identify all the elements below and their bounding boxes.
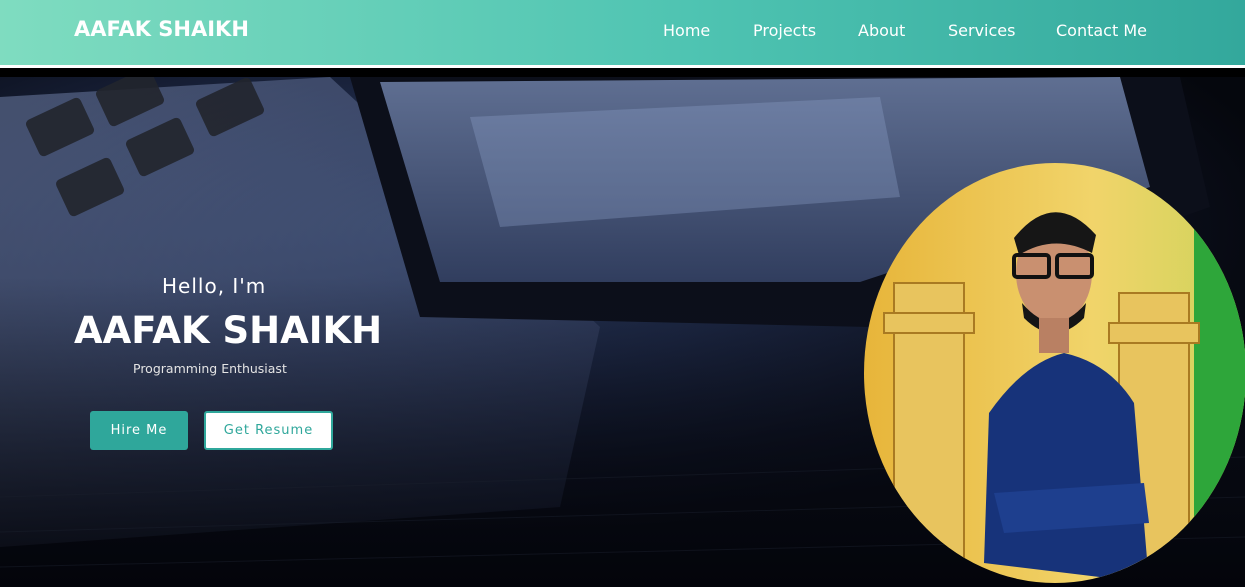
navbar: AAFAK SHAIKH Home Projects About Service… [0,0,1245,68]
hire-me-button[interactable]: Hire Me [90,411,188,450]
get-resume-button[interactable]: Get Resume [204,411,333,450]
nav-link-about[interactable]: About [858,21,905,40]
brand-logo[interactable]: AAFAK SHAIKH [74,17,249,41]
hero-tagline: Programming Enthusiast [133,361,287,376]
profile-photo-art [864,163,1245,583]
nav-link-home[interactable]: Home [663,21,710,40]
profile-photo [864,163,1245,583]
hero-section: Hello, I'm AAFAK SHAIKH Programming Enth… [0,77,1245,587]
nav-link-services[interactable]: Services [948,21,1015,40]
nav-link-projects[interactable]: Projects [753,21,816,40]
hero-greeting: Hello, I'm [162,274,267,298]
hero-name: AAFAK SHAIKH [74,309,383,352]
nav-link-contact[interactable]: Contact Me [1056,21,1147,40]
